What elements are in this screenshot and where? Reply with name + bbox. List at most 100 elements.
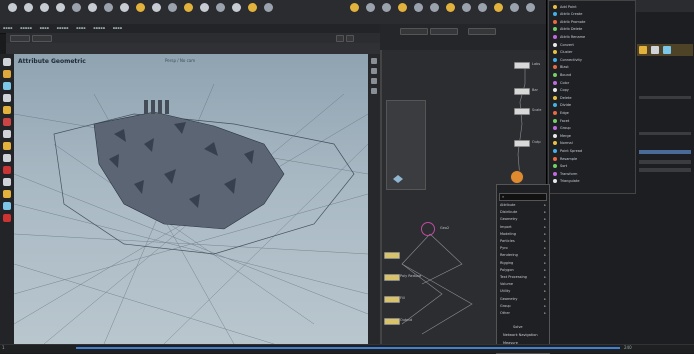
shelf-tool[interactable] bbox=[444, 2, 457, 22]
shelf-tool[interactable] bbox=[412, 2, 425, 22]
tab-menu-item[interactable]: Import bbox=[500, 225, 512, 229]
tab-menu-item[interactable]: Group bbox=[500, 304, 511, 308]
camera-button[interactable] bbox=[336, 35, 344, 42]
file-tool[interactable] bbox=[262, 2, 275, 22]
node-menu-item[interactable]: Point Spread bbox=[553, 147, 582, 154]
tab-menu-item[interactable]: Attribute bbox=[500, 203, 515, 207]
tab-create[interactable]: ▪▪▪▪ bbox=[0, 24, 16, 32]
tab-deform[interactable]: ▪▪▪▪ bbox=[73, 24, 89, 32]
tool-icon[interactable] bbox=[371, 78, 377, 84]
node-menu-item[interactable]: Attrib Promote bbox=[553, 18, 585, 25]
tab-menu-item[interactable]: Rendering bbox=[500, 253, 518, 257]
node-menu-item[interactable]: Attrib Rename bbox=[553, 33, 585, 40]
tab-rigging[interactable]: ▪▪▪▪ bbox=[110, 24, 126, 32]
node-menu-item[interactable]: Facet bbox=[553, 117, 569, 124]
network-node[interactable] bbox=[384, 274, 400, 281]
platonic-tool[interactable] bbox=[214, 2, 227, 22]
shelf-tool[interactable] bbox=[396, 2, 409, 22]
shelf-tool[interactable] bbox=[428, 2, 441, 22]
tool-icon[interactable] bbox=[371, 68, 377, 74]
torus-tool[interactable] bbox=[54, 2, 67, 22]
tab-modify[interactable]: ▪▪▪▪▪ bbox=[17, 24, 35, 32]
param-field[interactable] bbox=[639, 168, 691, 172]
shelf-tool[interactable] bbox=[348, 2, 361, 22]
scale-icon[interactable] bbox=[3, 94, 11, 102]
display-options-button[interactable] bbox=[346, 35, 354, 42]
curve-tool[interactable] bbox=[134, 2, 147, 22]
tab-menu-item[interactable]: Polygon bbox=[500, 268, 514, 272]
selected-node[interactable] bbox=[421, 222, 435, 236]
node-menu-item[interactable]: Convert bbox=[553, 41, 574, 48]
param-icon[interactable] bbox=[639, 46, 647, 54]
node-menu-item[interactable]: Merge bbox=[553, 132, 571, 139]
scene-viewport[interactable] bbox=[14, 54, 368, 344]
network-node[interactable] bbox=[514, 140, 530, 147]
lsystem-tool[interactable] bbox=[230, 2, 243, 22]
tab-menu-item[interactable]: Distribute bbox=[500, 210, 517, 214]
network-context[interactable] bbox=[468, 28, 496, 35]
handle-icon[interactable] bbox=[3, 106, 11, 114]
snap-icon[interactable] bbox=[3, 154, 11, 162]
spray-paint-tool[interactable] bbox=[182, 2, 195, 22]
tool-icon[interactable] bbox=[371, 58, 377, 64]
node-menu-item[interactable]: Connectivity bbox=[553, 56, 582, 63]
magnet-icon[interactable] bbox=[3, 166, 11, 174]
node-menu-item[interactable]: Edge bbox=[553, 109, 569, 116]
shelf-tool[interactable] bbox=[524, 2, 537, 22]
node-menu-item[interactable]: Divide bbox=[553, 102, 571, 109]
view-dropdown[interactable] bbox=[10, 35, 30, 42]
tab-menu-item[interactable]: Volume bbox=[500, 282, 513, 286]
network-path[interactable] bbox=[400, 28, 428, 35]
node-menu-item[interactable]: Group bbox=[553, 125, 571, 132]
select-icon[interactable] bbox=[3, 58, 11, 66]
node-menu-item[interactable]: Cluster bbox=[553, 49, 572, 56]
param-field[interactable] bbox=[639, 150, 691, 154]
tool-icon[interactable] bbox=[371, 88, 377, 94]
param-field[interactable] bbox=[639, 160, 691, 164]
node-menu-item[interactable]: Blast bbox=[553, 64, 569, 71]
tab-menu-item[interactable]: Other bbox=[500, 311, 510, 315]
tab-polygon[interactable]: ▪▪▪▪▪ bbox=[54, 24, 72, 32]
tab-menu-item[interactable]: Pyro bbox=[500, 246, 508, 250]
tab-model[interactable]: ▪▪▪▪ bbox=[37, 24, 53, 32]
param-icon[interactable] bbox=[663, 46, 671, 54]
network-node[interactable] bbox=[514, 88, 530, 95]
obj-path-dropdown[interactable] bbox=[32, 35, 52, 42]
shelf-tool[interactable] bbox=[492, 2, 505, 22]
node-menu-item[interactable]: Normal bbox=[553, 140, 573, 147]
network-node[interactable] bbox=[384, 296, 400, 303]
tab-menu-item[interactable]: Geometry bbox=[500, 217, 517, 221]
node-menu-item[interactable]: Copy bbox=[553, 87, 569, 94]
shelf-tool[interactable] bbox=[364, 2, 377, 22]
tab-menu-bottom-item[interactable]: Network Navigation bbox=[503, 333, 538, 337]
record-icon[interactable] bbox=[3, 214, 11, 222]
tab-menu-item[interactable]: Modeling bbox=[500, 232, 516, 236]
shelf-tool[interactable] bbox=[380, 2, 393, 22]
camera-icon[interactable] bbox=[3, 190, 11, 198]
tube-tool[interactable] bbox=[38, 2, 51, 22]
pivot-icon[interactable] bbox=[3, 178, 11, 186]
node-menu-item[interactable]: Bound bbox=[553, 71, 571, 78]
null-tool[interactable] bbox=[86, 2, 99, 22]
pose-icon[interactable] bbox=[3, 130, 11, 138]
view-icon[interactable] bbox=[3, 118, 11, 126]
tab-menu-item[interactable]: Geometry bbox=[500, 297, 517, 301]
param-row[interactable] bbox=[639, 132, 691, 135]
tab-menu-search[interactable]: ⌕ bbox=[499, 193, 547, 201]
shelf-tool[interactable] bbox=[508, 2, 521, 22]
metaball-tool[interactable] bbox=[246, 2, 259, 22]
node-menu-item[interactable]: Sort bbox=[553, 163, 567, 170]
draw-curve-tool[interactable] bbox=[150, 2, 163, 22]
node-menu-item[interactable]: Transform bbox=[553, 170, 577, 177]
node-menu-item[interactable]: Triangulate bbox=[553, 178, 579, 185]
tab-texture[interactable]: ▪▪▪▪▪ bbox=[90, 24, 108, 32]
sphere-tool[interactable] bbox=[22, 2, 35, 22]
rotate-icon[interactable] bbox=[3, 82, 11, 90]
node-menu-item[interactable]: Attrib Create bbox=[553, 11, 582, 18]
line-tool[interactable] bbox=[102, 2, 115, 22]
param-row[interactable] bbox=[639, 96, 691, 99]
node-menu-item[interactable]: Resample bbox=[553, 155, 577, 162]
shelf-tool[interactable] bbox=[476, 2, 489, 22]
box-tool[interactable] bbox=[6, 2, 19, 22]
font-tool[interactable] bbox=[198, 2, 211, 22]
